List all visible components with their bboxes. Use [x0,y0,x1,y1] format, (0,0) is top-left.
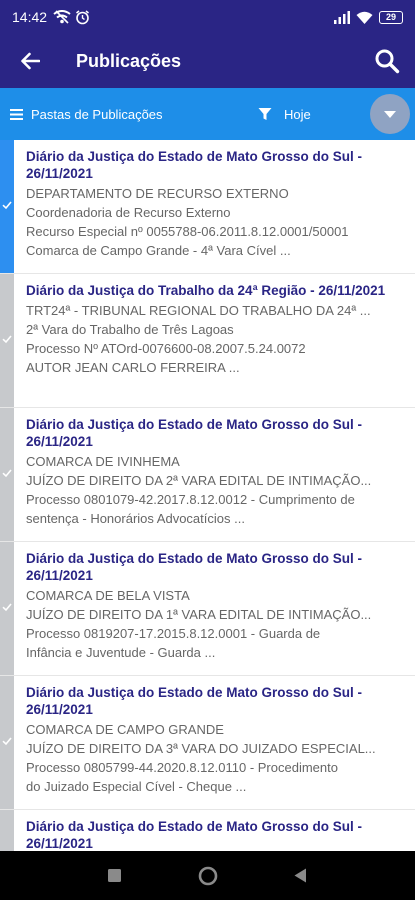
home-icon [198,866,217,885]
publication-item[interactable]: Diário da Justiça do Estado de Mato Gros… [0,408,415,542]
search-icon [375,49,400,74]
battery-icon: 29 [379,10,403,24]
publication-excerpt-line: 2ª Vara do Trabalho de Três Lagoas [26,322,234,337]
status-bar: 14:42 29 [0,0,415,34]
filter-bar: Pastas de Publicações Hoje [0,88,415,140]
publications-list: Diário da Justiça do Estado de Mato Gros… [0,140,415,851]
arrow-left-icon [21,52,40,70]
publication-excerpt-line: COMARCA DE IVINHEMA [26,454,180,469]
publication-content: Diário da Justiça do Estado de Mato Gros… [26,416,409,528]
read-status-stripe [0,408,14,541]
wifi-off-icon [53,10,71,24]
publication-content: Diário da Justiça do Estado de Mato Gros… [26,148,409,260]
alarm-icon [76,9,90,24]
status-time: 14:42 [12,9,48,25]
checkmark-icon [2,737,12,746]
publication-excerpt-line: Processo Nº ATOrd-0076600-08.2007.5.24.0… [26,341,306,356]
publication-excerpt-line: COMARCA DE BELA VISTA [26,588,190,603]
publication-title: Diário da Justiça do Estado de Mato Gros… [26,819,363,851]
read-status-stripe [0,140,14,273]
publication-excerpt-line: JUÍZO DE DIREITO DA 3ª VARA DO JUIZADO E… [26,741,376,756]
checkmark-icon [2,603,12,612]
publication-excerpt-line: DEPARTAMENTO DE RECURSO EXTERNO [26,186,289,201]
app-bar: Publicações [0,34,415,88]
folders-menu-button[interactable]: Pastas de Publicações [0,88,163,140]
publication-title: Diário da Justiça do Estado de Mato Gros… [26,417,363,449]
hamburger-icon [10,108,23,120]
checkmark-icon [2,469,12,478]
publication-excerpt-line: Recurso Especial nº 0055788-06.2011.8.12… [26,224,349,239]
expand-filter-button[interactable] [370,94,410,134]
publication-item[interactable]: Diário da Justiça do Estado de Mato Gros… [0,140,415,274]
publication-excerpt-line: do Juizado Especial Cível - Cheque ... [26,779,247,794]
checkmark-icon [2,201,12,210]
funnel-icon [258,108,272,120]
back-nav-button[interactable] [254,868,347,883]
status-right-icons: 29 [334,10,403,24]
publication-excerpt-line: COMARCA DE CAMPO GRANDE [26,722,224,737]
chevron-down-icon [384,110,396,118]
publication-excerpt-line: Processo 0805799-44.2020.8.12.0110 - Pro… [26,760,338,775]
publication-excerpt-line: Infância e Juventude - Guarda ... [26,645,216,660]
publication-content: Diário da Justiça do Estado de Mato Gros… [26,818,409,851]
publication-excerpt-line: Processo 0819207-17.2015.8.12.0001 - Gua… [26,626,321,641]
publication-excerpt-line: AUTOR JEAN CARLO FERREIRA ... [26,360,240,375]
back-icon [294,868,306,883]
publication-item[interactable]: Diário da Justiça do Estado de Mato Gros… [0,542,415,676]
read-status-stripe [0,676,14,809]
date-filter-label: Hoje [284,106,311,122]
publication-excerpt-line: Comarca de Campo Grande - 4ª Vara Cível … [26,243,291,258]
signal-icon [334,10,350,24]
search-button[interactable] [359,34,415,88]
page-title: Publicações [76,50,182,71]
publication-title: Diário da Justiça do Trabalho da 24ª Reg… [26,283,386,298]
read-status-stripe [0,274,14,407]
folders-label: Pastas de Publicações [31,106,163,122]
publication-content: Diário da Justiça do Trabalho da 24ª Reg… [26,282,409,377]
publication-item[interactable]: Diário da Justiça do Estado de Mato Gros… [0,810,415,851]
publication-item[interactable]: Diário da Justiça do Trabalho da 24ª Reg… [0,274,415,408]
publication-excerpt-line: JUÍZO DE DIREITO DA 1ª VARA EDITAL DE IN… [26,607,372,622]
back-button[interactable] [0,34,60,88]
publication-excerpt-line: JUÍZO DE DIREITO DA 2ª VARA EDITAL DE IN… [26,473,372,488]
publication-excerpt-line: Processo 0801079-42.2017.8.12.0012 - Cum… [26,492,355,507]
publication-content: Diário da Justiça do Estado de Mato Gros… [26,684,409,796]
publication-excerpt-line: sentença - Honorários Advocatícios ... [26,511,245,526]
publication-title: Diário da Justiça do Estado de Mato Gros… [26,551,363,583]
checkmark-icon [2,335,12,344]
date-filter-button[interactable]: Hoje [258,88,311,140]
publication-content: Diário da Justiça do Estado de Mato Gros… [26,550,409,662]
publication-excerpt-line: Coordenadoria de Recurso Externo [26,205,231,220]
recents-icon [108,869,121,882]
recents-button[interactable] [68,869,161,882]
publication-title: Diário da Justiça do Estado de Mato Gros… [26,685,363,717]
publication-item[interactable]: Diário da Justiça do Estado de Mato Gros… [0,676,415,810]
wifi-icon [356,11,373,24]
home-button[interactable] [161,866,254,886]
read-status-stripe [0,542,14,675]
system-nav-bar [0,851,415,900]
publication-title: Diário da Justiça do Estado de Mato Gros… [26,149,363,181]
status-left-icons [53,9,90,25]
read-status-stripe [0,810,14,851]
publication-excerpt-line: TRT24ª - TRIBUNAL REGIONAL DO TRABALHO D… [26,303,371,318]
